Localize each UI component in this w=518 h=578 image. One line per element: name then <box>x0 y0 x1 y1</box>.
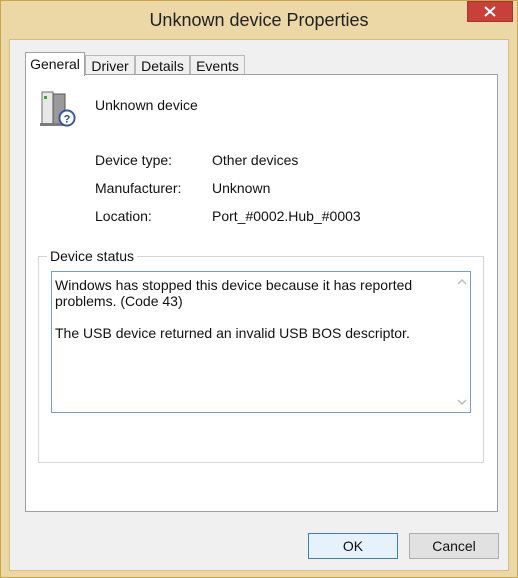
chevron-up-icon <box>456 279 467 285</box>
device-type-label: Device type: <box>95 152 173 168</box>
window-title: Unknown device Properties <box>149 10 369 30</box>
properties-window: Unknown device Properties General Driver… <box>0 0 518 578</box>
manufacturer-value: Unknown <box>212 180 271 196</box>
dialog-client: General Driver Details Events ? Unknown … <box>9 39 509 571</box>
device-type-value: Other devices <box>212 152 299 168</box>
cancel-button[interactable]: Cancel <box>409 533 499 559</box>
device-name: Unknown device <box>95 97 198 113</box>
device-status-group: Device status Windows has stopped this d… <box>38 248 484 463</box>
manufacturer-label: Manufacturer: <box>95 180 182 196</box>
close-button[interactable] <box>467 1 513 22</box>
chevron-down-icon <box>456 399 467 405</box>
tab-driver[interactable]: Driver <box>85 55 135 75</box>
svg-text:?: ? <box>64 114 71 126</box>
status-message-detail: The USB device returned an invalid USB B… <box>55 325 410 341</box>
location-label: Location: <box>95 208 152 224</box>
device-status-text: Windows has stopped this device because … <box>55 277 447 357</box>
general-tab-panel: ? Unknown device Device type: Other devi… <box>25 74 498 512</box>
vertical-scrollbar[interactable] <box>453 272 470 412</box>
tab-general[interactable]: General <box>25 52 85 76</box>
unknown-device-icon: ? <box>40 91 76 127</box>
tab-events[interactable]: Events <box>190 55 245 75</box>
device-status-legend: Device status <box>47 248 138 264</box>
close-icon <box>484 6 496 17</box>
scroll-down-arrow[interactable] <box>456 397 467 407</box>
tab-details[interactable]: Details <box>135 55 190 75</box>
scroll-up-arrow[interactable] <box>456 277 467 287</box>
ok-button[interactable]: OK <box>308 533 398 559</box>
status-message-code: Windows has stopped this device because … <box>55 277 413 309</box>
device-status-text-box[interactable]: Windows has stopped this device because … <box>51 271 471 413</box>
location-value: Port_#0002.Hub_#0003 <box>212 208 361 224</box>
title-bar[interactable]: Unknown device Properties <box>1 1 517 39</box>
